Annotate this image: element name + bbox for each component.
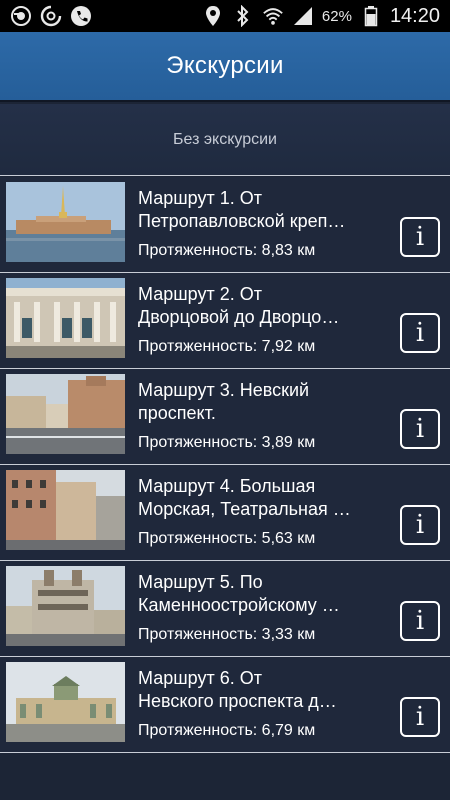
route-length: Протяженность: 3,89 км — [138, 434, 316, 451]
route-item-4[interactable]: Маршрут 4. Большая Морская, Театральная … — [0, 465, 450, 561]
location-icon — [202, 5, 224, 27]
route-title-line1: Маршрут 2. От — [138, 284, 262, 304]
route-thumbnail — [6, 182, 125, 262]
route-title: Маршрут 3. Невский проспект. — [138, 379, 374, 425]
info-button[interactable]: i — [400, 217, 440, 257]
route-item-6[interactable]: Маршрут 6. От Невского проспекта д… Прот… — [0, 657, 450, 753]
route-title-line2: Дворцовой до Дворцо… — [138, 307, 340, 327]
route-length: Протяженность: 7,92 км — [138, 338, 316, 355]
route-thumbnail — [6, 278, 125, 358]
route-title-line1: Маршрут 5. По — [138, 572, 263, 592]
route-title: Маршрут 6. От Невского проспекта д… — [138, 667, 374, 713]
info-icon: i — [415, 606, 425, 636]
no-tour-label: Без экскурсии — [173, 130, 277, 148]
route-length: Протяженность: 6,79 км — [138, 722, 316, 739]
info-button[interactable]: i — [400, 601, 440, 641]
route-length: Протяженность: 5,63 км — [138, 530, 316, 547]
route-title: Маршрут 1. От Петропавловской креп… — [138, 187, 374, 233]
route-thumbnail — [6, 662, 125, 742]
route-item-1[interactable]: Маршрут 1. От Петропавловской креп… Прот… — [0, 177, 450, 273]
app-header: Экскурсии — [0, 32, 450, 102]
route-title-line2: Каменноостройскому … — [138, 595, 340, 615]
status-right-icons: 62% 14:20 — [202, 5, 440, 28]
info-icon: i — [415, 702, 425, 732]
route-title-line2: проспект. — [138, 403, 216, 423]
status-left-icons — [10, 5, 92, 27]
route-item-5[interactable]: Маршрут 5. По Каменноостройскому … Протя… — [0, 561, 450, 657]
route-list: Маршрут 1. От Петропавловской креп… Прот… — [0, 177, 450, 753]
info-icon: i — [415, 222, 425, 252]
info-icon: i — [415, 318, 425, 348]
route-title: Маршрут 4. Большая Морская, Театральная … — [138, 475, 374, 521]
bluetooth-icon — [232, 5, 254, 27]
route-title-line2: Морская, Театральная … — [138, 499, 351, 519]
info-icon: i — [415, 414, 425, 444]
info-icon: i — [415, 510, 425, 540]
sync-icon — [10, 5, 32, 27]
signal-icon — [292, 5, 314, 27]
route-thumbnail — [6, 566, 125, 646]
route-item-3[interactable]: Маршрут 3. Невский проспект. Протяженнос… — [0, 369, 450, 465]
no-tour-option[interactable]: Без экскурсии — [0, 104, 450, 176]
battery-icon — [360, 5, 382, 27]
route-title-line1: Маршрут 6. От — [138, 668, 262, 688]
route-title-line1: Маршрут 4. Большая — [138, 476, 316, 496]
route-length: Протяженность: 8,83 км — [138, 242, 316, 259]
battery-percent: 62% — [321, 7, 352, 25]
info-button[interactable]: i — [400, 697, 440, 737]
route-title-line1: Маршрут 1. От — [138, 188, 262, 208]
route-title: Маршрут 2. От Дворцовой до Дворцо… — [138, 283, 374, 329]
route-title: Маршрут 5. По Каменноостройскому … — [138, 571, 374, 617]
info-button[interactable]: i — [400, 505, 440, 545]
phone-icon — [70, 5, 92, 27]
route-thumbnail — [6, 374, 125, 454]
route-title-line2: Петропавловской креп… — [138, 211, 346, 231]
data-saver-icon — [40, 5, 62, 27]
route-thumbnail — [6, 470, 125, 550]
status-time: 14:20 — [389, 4, 440, 27]
route-item-2[interactable]: Маршрут 2. От Дворцовой до Дворцо… Протя… — [0, 273, 450, 369]
route-title-line2: Невского проспекта д… — [138, 691, 337, 711]
info-button[interactable]: i — [400, 409, 440, 449]
wifi-icon — [262, 5, 284, 27]
page-title: Экскурсии — [166, 52, 284, 79]
route-title-line1: Маршрут 3. Невский — [138, 380, 310, 400]
route-length: Протяженность: 3,33 км — [138, 626, 316, 643]
status-bar: 62% 14:20 — [0, 0, 450, 32]
info-button[interactable]: i — [400, 313, 440, 353]
